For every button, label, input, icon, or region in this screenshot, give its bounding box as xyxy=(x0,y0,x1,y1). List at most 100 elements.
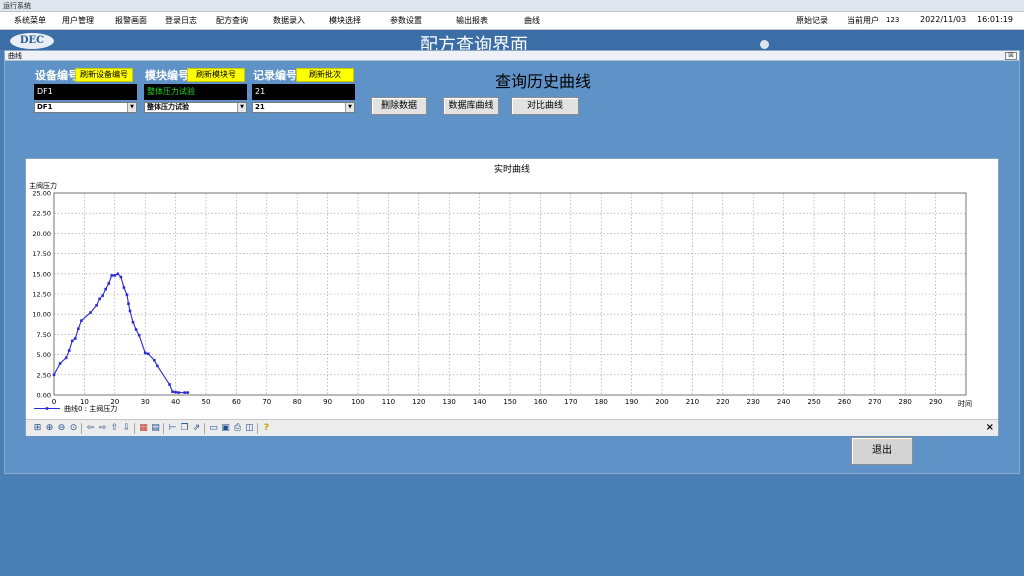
data-point xyxy=(125,293,129,297)
data-point xyxy=(98,297,101,301)
y-tick-label: 20.00 xyxy=(32,230,51,238)
print-icon[interactable]: ⎙ xyxy=(232,423,243,434)
compare-curve-button[interactable]: 对比曲线 xyxy=(511,97,579,115)
zoom-in-icon[interactable]: ⊕ xyxy=(44,423,55,434)
data-point xyxy=(119,275,123,279)
status-indicator-icon xyxy=(760,40,769,49)
x-tick-label: 190 xyxy=(625,398,638,406)
chart-title: 实时曲线 xyxy=(494,163,530,175)
window-close-icon[interactable]: ☒ xyxy=(1005,52,1017,60)
record-select-value: 21 xyxy=(255,103,265,111)
y-tick-label: 10.00 xyxy=(32,311,51,319)
x-tick-label: 250 xyxy=(807,398,820,406)
menu-item-data-entry[interactable]: 数据录入 xyxy=(273,15,305,26)
y-tick-label: 7.50 xyxy=(37,331,51,339)
pressure-chart: 实时曲线 主阀压力 时间 0 10 20 30 40 50 60 70 80 90 100 110 12… xyxy=(29,163,972,413)
x-tick-label: 230 xyxy=(747,398,760,406)
data-point xyxy=(156,364,159,368)
data-point xyxy=(134,328,138,331)
pan-down-icon[interactable]: ⇩ xyxy=(121,423,132,434)
data-point xyxy=(174,390,177,394)
toolbar-separator xyxy=(204,423,205,434)
menu-item-module-select[interactable]: 模块选择 xyxy=(329,15,361,26)
record-value-field: 21 xyxy=(252,84,355,100)
record-select[interactable]: 21 ▼ xyxy=(252,102,355,113)
data-point xyxy=(146,352,150,356)
menu-item-curve[interactable]: 曲线 xyxy=(524,15,540,26)
menu-item-raw-record[interactable]: 原始记录 xyxy=(796,15,828,26)
zoom-fit-icon[interactable]: ⊞ xyxy=(32,423,43,434)
x-tick-label: 50 xyxy=(202,398,211,406)
chevron-down-icon[interactable]: ▼ xyxy=(345,103,354,112)
y-tick-label: 15.00 xyxy=(32,270,51,278)
x-tick-label: 260 xyxy=(838,398,851,406)
chart-toolbar: ⊞ ⊕ ⊖ ⊙ ⇦ ⇨ ⇧ ⇩ ▦ ▤ ⊢ ❐ ⇗ ▭ ▣ ⎙ ◫? × xyxy=(26,419,998,436)
zoom-reset-icon[interactable]: ⊙ xyxy=(68,423,79,434)
date-display: 2022/11/03 xyxy=(920,15,967,24)
y-tick-label: 5.00 xyxy=(37,351,51,359)
x-tick-label: 210 xyxy=(686,398,699,406)
chart-panel: 实时曲线 主阀压力 时间 0 10 20 30 40 50 60 70 80 90 100 110 12… xyxy=(25,158,999,436)
copy-icon[interactable]: ❐ xyxy=(179,423,190,434)
delete-data-button[interactable]: 删除数据 xyxy=(371,97,427,115)
data-point xyxy=(131,320,135,324)
x-tick-label: 160 xyxy=(534,398,547,406)
refresh-device-button[interactable]: 刷新设备编号 xyxy=(75,68,133,82)
mark-icon[interactable]: ▦ xyxy=(138,423,149,434)
chevron-down-icon[interactable]: ▼ xyxy=(127,103,136,112)
data-point xyxy=(104,287,107,291)
toolbar-separator xyxy=(257,423,258,434)
x-tick-label: 120 xyxy=(412,398,425,406)
exit-button[interactable]: 退出 xyxy=(851,437,913,465)
x-tick-label: 240 xyxy=(777,398,790,406)
toolbar-separator xyxy=(81,423,82,434)
data-point xyxy=(73,337,77,340)
y-tick-label: 12.50 xyxy=(32,291,51,299)
refresh-batch-button[interactable]: 刷新批次 xyxy=(296,68,354,82)
device-select[interactable]: DF1 ▼ xyxy=(34,102,137,113)
help-icon[interactable]: ? xyxy=(261,423,272,434)
data-point xyxy=(67,349,71,352)
module-select[interactable]: 整体压力试验 ▼ xyxy=(144,102,247,113)
x-tick-label: 40 xyxy=(171,398,180,406)
data-point xyxy=(171,390,174,394)
x-tick-label: 290 xyxy=(929,398,942,406)
preview-icon[interactable]: ◫ xyxy=(244,423,255,434)
save-icon[interactable]: ▣ xyxy=(220,423,231,434)
device-select-value: DF1 xyxy=(37,103,53,111)
pan-up-icon[interactable]: ⇧ xyxy=(109,423,120,434)
open-icon[interactable]: ▭ xyxy=(208,423,219,434)
pan-right-icon[interactable]: ⇨ xyxy=(97,423,108,434)
device-label: 设备编号 xyxy=(35,69,79,82)
menu-item-user-management[interactable]: 用户管理 xyxy=(62,15,94,26)
menu-item-parameters[interactable]: 参数设置 xyxy=(390,15,422,26)
app-titlebar: 运行系统 xyxy=(0,0,1024,12)
cursor-icon[interactable]: ⊢ xyxy=(167,423,178,434)
menu-item-login-log[interactable]: 登录日志 xyxy=(165,15,197,26)
toolbar-close-icon[interactable]: × xyxy=(986,422,994,433)
data-point xyxy=(101,294,104,297)
database-curve-button[interactable]: 数据库曲线 xyxy=(443,97,499,115)
chevron-down-icon[interactable]: ▼ xyxy=(237,103,246,112)
menu-item-system[interactable]: 系统菜单 xyxy=(14,15,46,26)
module-value-field: 整体压力试验 xyxy=(144,84,247,100)
data-point xyxy=(183,391,187,394)
x-tick-label: 270 xyxy=(868,398,881,406)
x-tick-label: 130 xyxy=(443,398,456,406)
export-icon[interactable]: ⇗ xyxy=(191,423,202,434)
y-tick-label: 22.50 xyxy=(32,210,51,218)
x-tick-label: 30 xyxy=(141,398,150,406)
pan-left-icon[interactable]: ⇦ xyxy=(85,423,96,434)
menu-item-alarm[interactable]: 报警画面 xyxy=(115,15,147,26)
refresh-module-button[interactable]: 刷新模块号 xyxy=(187,68,245,82)
menu-item-report[interactable]: 输出报表 xyxy=(456,15,488,26)
x-tick-label: 110 xyxy=(382,398,395,406)
current-user-label: 当前用户 xyxy=(847,16,879,25)
menu-item-recipe-query[interactable]: 配方查询 xyxy=(216,15,248,26)
menu-bar: 系统菜单 用户管理 报警画面 登录日志 配方查询 数据录入 模块选择 参数设置 … xyxy=(0,12,1024,30)
chart-series xyxy=(52,272,190,394)
zoom-out-icon[interactable]: ⊖ xyxy=(56,423,67,434)
data-point xyxy=(64,356,68,360)
legend-marker xyxy=(45,407,49,410)
table-icon[interactable]: ▤ xyxy=(150,423,161,434)
